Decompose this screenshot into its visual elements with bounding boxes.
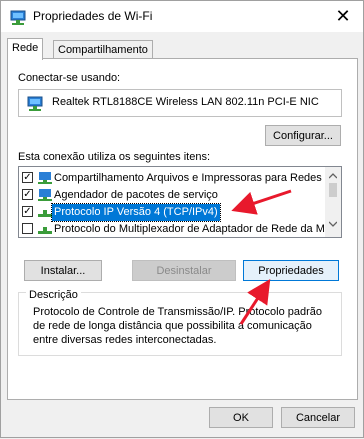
tab-rede[interactable]: Rede	[7, 38, 44, 60]
list-item[interactable]: ✓ Agendador de pacotes de serviço	[19, 187, 325, 204]
items-label: Esta conexão utiliza os seguintes itens:	[18, 151, 211, 163]
network-service-icon	[38, 189, 52, 201]
configure-button[interactable]: Configurar...	[265, 125, 341, 146]
list-scrollbar[interactable]	[325, 167, 341, 237]
item-checkbox[interactable]: ✓	[22, 172, 33, 183]
description-text-line: Protocolo de Controle de Transmissão/IP.…	[33, 306, 323, 318]
item-checkbox[interactable]	[22, 223, 33, 234]
tab-label: Rede	[12, 42, 39, 54]
item-checkbox[interactable]: ✓	[22, 206, 33, 217]
title-bar: Propriedades de Wi-Fi ✕	[1, 1, 363, 32]
scroll-up-icon[interactable]	[329, 173, 337, 179]
item-checkbox[interactable]: ✓	[22, 189, 33, 200]
adapter-field: Realtek RTL8188CE Wireless LAN 802.11n P…	[18, 89, 342, 117]
description-legend: Descrição	[26, 289, 81, 301]
components-list[interactable]: ✓ Compartilhamento Arquivos e Impressora…	[18, 166, 342, 238]
properties-dialog: Propriedades de Wi-Fi ✕ Rede Compartilha…	[0, 0, 364, 438]
description-text-line: de rede de longa distância que possibili…	[33, 320, 312, 332]
list-item[interactable]: ✓ Compartilhamento Arquivos e Impressora…	[19, 170, 325, 187]
tab-label: Compartilhamento	[58, 44, 148, 56]
scroll-thumb[interactable]	[329, 183, 337, 197]
item-label: Protocolo do Multiplexador de Adaptador …	[54, 223, 325, 235]
list-item[interactable]: ✓ Protocolo IP Versão 4 (TCP/IPv4)	[19, 203, 325, 222]
protocol-icon	[38, 227, 52, 234]
connect-using-label: Conectar-se usando:	[18, 72, 121, 84]
close-button[interactable]: ✕	[331, 5, 355, 27]
tab-compartilhamento[interactable]: Compartilhamento	[53, 40, 153, 59]
item-label: Compartilhamento Arquivos e Impressoras …	[54, 172, 322, 184]
properties-button[interactable]: Propriedades	[243, 260, 339, 281]
uninstall-button[interactable]: Desinstalar	[132, 260, 236, 281]
ok-button[interactable]: OK	[209, 407, 273, 428]
protocol-icon	[38, 210, 52, 217]
network-adapter-icon	[27, 96, 43, 111]
share-icon	[38, 172, 52, 184]
install-button[interactable]: Instalar...	[24, 260, 102, 281]
item-label: Protocolo IP Versão 4 (TCP/IPv4)	[51, 203, 221, 222]
description-text-line: entre diversas redes interconectadas.	[33, 334, 217, 346]
adapter-name: Realtek RTL8188CE Wireless LAN 802.11n P…	[52, 96, 319, 108]
item-label: Agendador de pacotes de serviço	[54, 189, 218, 201]
network-adapter-icon	[10, 10, 26, 25]
list-item[interactable]: Protocolo do Multiplexador de Adaptador …	[19, 221, 325, 237]
cancel-button[interactable]: Cancelar	[281, 407, 355, 428]
scroll-down-icon[interactable]	[329, 221, 337, 227]
window-title: Propriedades de Wi-Fi	[33, 9, 153, 23]
